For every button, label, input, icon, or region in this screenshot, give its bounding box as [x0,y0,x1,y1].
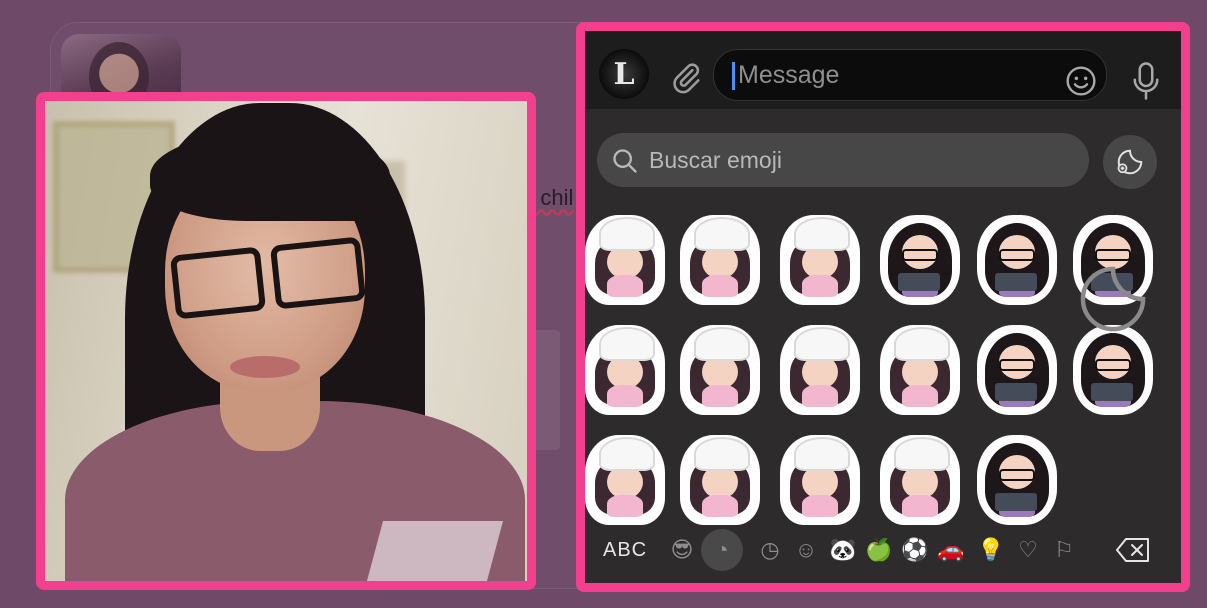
animals-category-icon[interactable]: 🐼 [829,537,856,563]
smileys-category-icon[interactable]: 😎 [669,537,695,563]
sticker-part-spec [902,249,938,261]
sticker-part-body [702,495,738,517]
sticker-part-spec [999,359,1035,371]
sticker-part-prop [995,273,1037,291]
sticker-chef[interactable] [780,435,860,525]
sticker-chef[interactable] [880,325,960,415]
sticker-part-body [802,385,838,407]
sticker-part-body [607,495,643,517]
photo-glasses-lens [269,236,367,310]
objects-category-icon[interactable]: 💡 [977,537,1004,563]
sticker-part-prop [1091,383,1133,401]
message-placeholder: Message [738,61,840,89]
sticker-part-hat [599,327,655,361]
sticker-part-hat [894,437,950,471]
sticker-part-prop [995,383,1037,401]
chat-avatar-letter: L [613,56,635,92]
sticker-gamer[interactable] [880,215,960,305]
emoji-search-field[interactable]: Buscar emoji [597,133,1089,187]
sticker-gamer[interactable] [1073,325,1153,415]
sticker-part-body [802,275,838,297]
chat-avatar[interactable]: L [599,49,649,99]
sticker-part-spec [1095,359,1131,371]
sticker-part-body [902,495,938,517]
sticker-part-body [702,275,738,297]
sticker-part-spec [1095,249,1131,261]
sticker-chef[interactable] [585,325,665,415]
sticker-part-hat [599,437,655,471]
message-bar: L Message [585,31,1181,109]
photo-shirt-print [366,521,504,581]
sticker-chef[interactable] [680,215,760,305]
sticker-part-body [607,275,643,297]
sticker-part-spec [999,249,1035,261]
sticker-gamer[interactable] [977,435,1057,525]
profile-photo [36,92,536,590]
activity-category-icon[interactable]: ⚽ [901,537,928,563]
photo-lips [230,356,300,378]
sticker-part-hat [694,217,750,251]
sticker-chef[interactable] [585,435,665,525]
sticker-part-hat [794,437,850,471]
message-input[interactable]: Message [713,49,1107,101]
sticker-chef[interactable] [780,215,860,305]
stickers-category-icon[interactable]: ◔ [701,529,743,571]
sticker-part-body [607,385,643,407]
sticker-part-prop [995,493,1037,511]
sticker-chef[interactable] [780,325,860,415]
sticker-part-prop [898,273,940,291]
sticker-keyboard: L Message Buscar emoji ABC 😎 ◔ ◷ ☺ 🐼 🍏 ⚽… [576,22,1190,592]
photo-glasses [169,236,373,320]
travel-category-icon[interactable]: 🚗 [937,537,964,563]
sticker-add-icon[interactable] [1075,261,1151,337]
symbols-category-icon[interactable]: ♡ [1015,537,1041,563]
category-bar: ABC 😎 ◔ ◷ ☺ 🐼 🍏 ⚽ 🚗 💡 ♡ ⚐ [585,525,1181,575]
sticker-part-body [802,495,838,517]
sticker-part-hat [599,217,655,251]
paperclip-icon[interactable] [669,61,703,95]
text-caret [732,62,735,90]
create-sticker-button[interactable] [1103,135,1157,189]
microphone-icon[interactable] [1131,61,1161,101]
sticker-chef[interactable] [880,435,960,525]
sticker-part-body [702,385,738,407]
recent-category-icon[interactable]: ◷ [757,537,783,563]
abc-keyboard-button[interactable]: ABC [603,539,647,562]
sticker-add-icon [1117,149,1143,175]
flags-category-icon[interactable]: ⚐ [1051,537,1077,563]
sticker-part-hat [694,327,750,361]
sticker-part-hat [694,437,750,471]
photo-glasses-lens [169,246,267,320]
sticker-part-spec [999,469,1035,481]
sticker-gamer[interactable] [977,215,1057,305]
backspace-icon[interactable] [1115,537,1151,563]
sticker-chef[interactable] [585,215,665,305]
sticker-chef[interactable] [680,325,760,415]
emoji-toggle-icon[interactable] [1065,65,1097,97]
photo-bangs [150,131,390,221]
sticker-grid [585,211,1175,525]
sticker-part-hat [794,217,850,251]
emoji-category-icon[interactable]: ☺ [793,537,819,563]
sticker-chef[interactable] [680,435,760,525]
sticker-part-hat [894,327,950,361]
food-category-icon[interactable]: 🍏 [865,537,892,563]
search-icon [613,149,637,173]
emoji-search-placeholder: Buscar emoji [649,147,782,173]
sticker-gamer[interactable] [977,325,1057,415]
sticker-part-body [902,385,938,407]
sticker-part-hat [794,327,850,361]
